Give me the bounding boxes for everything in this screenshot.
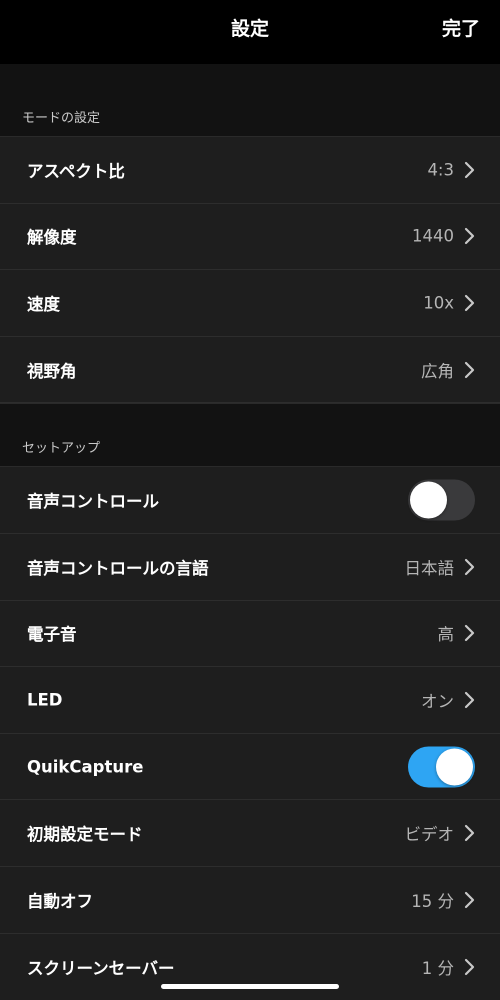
row-default-mode[interactable]: 初期設定モード ビデオ <box>0 800 500 867</box>
section-header-mode: モードの設定 <box>0 64 500 137</box>
row-value: 高 <box>437 625 455 645</box>
row-value: 10x <box>423 293 454 313</box>
row-resolution[interactable]: 解像度 1440 <box>0 203 500 271</box>
section-header-setup: セットアップ <box>0 403 500 468</box>
chevron-right-icon <box>464 294 476 312</box>
row-label: 電子音 <box>27 625 77 645</box>
row-quikcapture: QuikCapture <box>0 733 500 801</box>
row-value: ビデオ <box>404 825 455 845</box>
row-label: 解像度 <box>27 228 77 248</box>
home-indicator[interactable] <box>161 984 339 989</box>
section-title-setup: セットアップ <box>22 441 101 457</box>
row-value: 1440 <box>412 226 454 246</box>
row-label: アスペクト比 <box>27 161 125 181</box>
row-label: 速度 <box>27 294 60 314</box>
toggle-knob <box>410 481 447 519</box>
row-label: 視野角 <box>27 361 77 381</box>
row-label: 初期設定モード <box>27 825 143 845</box>
row-label: スクリーンセーバー <box>27 958 175 978</box>
row-label: 音声コントロール <box>27 492 159 512</box>
row-value: 1 分 <box>421 958 454 978</box>
section-title-mode: モードの設定 <box>22 111 101 126</box>
done-button[interactable]: 完了 <box>442 14 480 41</box>
row-beeps[interactable]: 電子音 高 <box>0 600 500 668</box>
chevron-right-icon <box>464 161 476 179</box>
toggle-knob <box>436 748 473 786</box>
chevron-right-icon <box>464 691 476 709</box>
row-value: 4:3 <box>427 160 454 180</box>
quikcapture-toggle[interactable] <box>408 746 475 788</box>
chevron-right-icon <box>464 361 476 379</box>
row-speed[interactable]: 速度 10x <box>0 270 500 337</box>
row-label: 音声コントロールの言語 <box>27 558 209 578</box>
page-title: 設定 <box>230 18 269 40</box>
chevron-right-icon <box>464 958 476 976</box>
chevron-right-icon <box>464 891 476 909</box>
chevron-right-icon <box>464 227 476 245</box>
row-value: 広角 <box>421 361 454 381</box>
row-auto-off[interactable]: 自動オフ 15 分 <box>0 866 500 934</box>
row-label: LED <box>27 690 63 710</box>
row-aspect-ratio[interactable]: アスペクト比 4:3 <box>0 137 500 204</box>
row-led[interactable]: LED オン <box>0 667 500 734</box>
row-value: 15 分 <box>411 891 454 911</box>
chevron-right-icon <box>464 558 476 576</box>
row-label: QuikCapture <box>27 757 144 777</box>
chevron-right-icon <box>464 624 476 642</box>
row-field-of-view[interactable]: 視野角 広角 <box>0 336 500 404</box>
navigation-bar: 設定 完了 <box>0 0 500 64</box>
row-label: 自動オフ <box>27 891 93 911</box>
row-voice-control-language[interactable]: 音声コントロールの言語 日本語 <box>0 533 500 601</box>
row-screen-saver[interactable]: スクリーンセーバー 1 分 <box>0 933 500 1000</box>
row-value: オン <box>421 691 454 711</box>
row-value: 日本語 <box>404 558 455 578</box>
settings-list: モードの設定 アスペクト比 4:3 解像度 1440 速度 10x 視野角 広角… <box>0 64 500 1000</box>
chevron-right-icon <box>464 824 476 842</box>
voice-control-toggle[interactable] <box>408 479 475 521</box>
row-voice-control: 音声コントロール <box>0 467 500 534</box>
